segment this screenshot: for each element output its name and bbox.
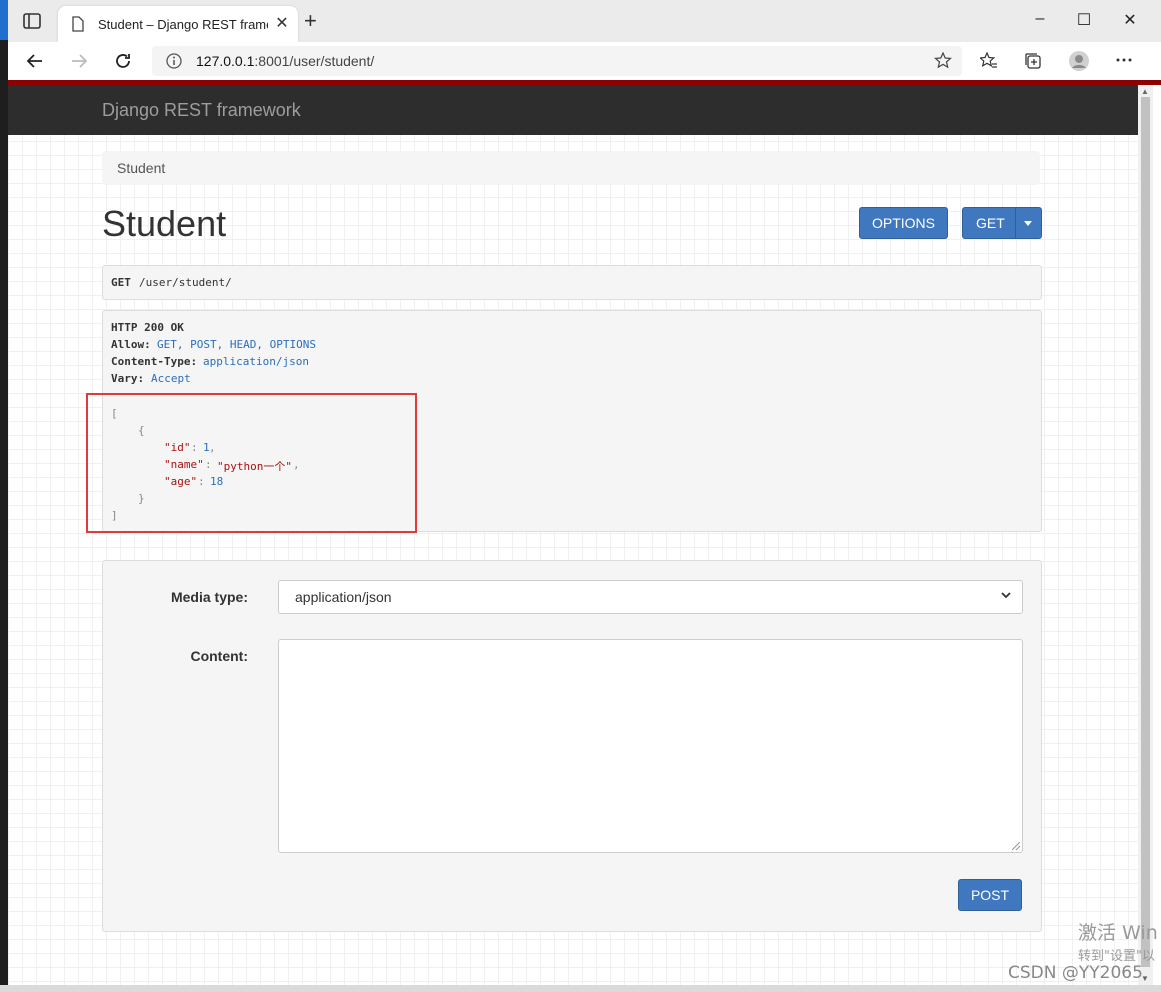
navbar: Django REST framework [8, 85, 1138, 135]
add-favorite-icon[interactable] [934, 52, 952, 70]
vertical-scrollbar[interactable]: ▲ ▼ [1138, 85, 1153, 985]
background-window-strip [0, 0, 8, 985]
browser-window: Student – Django REST framewo ✕ + – ☐ ✕ … [8, 0, 1161, 985]
refresh-icon[interactable] [112, 50, 134, 72]
vary-value: Accept [151, 372, 191, 385]
favorites-icon[interactable] [980, 52, 998, 70]
content-label: Content: [190, 648, 248, 664]
media-type-label: Media type: [170, 589, 248, 605]
close-tab-icon[interactable]: ✕ [272, 14, 292, 34]
brand-link[interactable]: Django REST framework [102, 100, 301, 121]
url-path: :8001/user/student/ [254, 53, 375, 69]
post-button[interactable]: POST [958, 879, 1022, 911]
media-type-select[interactable]: application/json [278, 580, 1023, 614]
address-bar[interactable]: 127.0.0.1:8001/user/student/ [152, 46, 962, 76]
breadcrumb-item-student[interactable]: Student [117, 160, 165, 176]
request-method: GET [111, 276, 131, 289]
breadcrumb: Student [102, 151, 1040, 185]
scroll-up-icon[interactable]: ▲ [1141, 87, 1149, 96]
caret-down-icon[interactable] [1024, 221, 1032, 226]
profile-avatar-icon[interactable] [1068, 50, 1090, 72]
status-line: HTTP 200 OK [111, 321, 184, 334]
vary-label: Vary: [111, 372, 145, 385]
new-tab-button[interactable]: + [304, 10, 317, 32]
browser-toolbar: 127.0.0.1:8001/user/student/ [8, 42, 1161, 81]
background-window-accent [0, 0, 8, 40]
windows-activation-hint: 转到"设置"以 [1078, 949, 1155, 964]
request-info: GET /user/student/ [102, 265, 1042, 300]
windows-activation-watermark: 激活 Win [1078, 922, 1158, 944]
page-content: Django REST framework Student Student OP… [8, 85, 1138, 985]
request-path: /user/student/ [139, 276, 232, 289]
chevron-down-icon [1001, 592, 1011, 599]
get-button[interactable]: GET [976, 208, 1005, 238]
tab-actions-icon[interactable] [22, 12, 42, 30]
content-textarea[interactable] [278, 639, 1023, 853]
get-button-group: GET [962, 207, 1042, 239]
url-text: 127.0.0.1:8001/user/student/ [196, 53, 374, 69]
page-title: Student [102, 203, 227, 244]
tab-student[interactable]: Student – Django REST framewo ✕ [58, 6, 298, 42]
url-host: 127.0.0.1 [196, 53, 255, 69]
raw-data-form: Media type: application/json Content: PO… [102, 560, 1042, 932]
content-type-value: application/json [203, 355, 309, 368]
back-icon[interactable] [24, 50, 46, 72]
button-divider [1015, 208, 1016, 238]
page-icon [72, 16, 84, 32]
media-type-selected: application/json [295, 589, 392, 605]
forward-icon[interactable] [68, 50, 90, 72]
options-button[interactable]: OPTIONS [859, 207, 948, 239]
taskbar [0, 985, 1161, 992]
allow-label: Allow: [111, 338, 151, 351]
more-menu-icon[interactable] [1116, 58, 1132, 62]
minimize-button[interactable]: – [1030, 10, 1050, 28]
info-icon[interactable] [166, 53, 182, 69]
content-type-label: Content-Type: [111, 355, 198, 368]
highlight-annotation-box [86, 393, 417, 533]
maximize-button[interactable]: ☐ [1074, 10, 1094, 30]
tab-strip: Student – Django REST framewo ✕ + – ☐ ✕ [8, 0, 1161, 42]
scrollbar-thumb[interactable] [1141, 97, 1150, 967]
close-window-button[interactable]: ✕ [1120, 10, 1140, 30]
tab-title: Student – Django REST framewo [98, 17, 268, 32]
resize-handle-icon[interactable] [1012, 842, 1020, 850]
collections-icon[interactable] [1024, 52, 1042, 70]
allow-value: GET, POST, HEAD, OPTIONS [157, 338, 316, 351]
csdn-watermark: CSDN @YY2065 [1008, 963, 1143, 983]
